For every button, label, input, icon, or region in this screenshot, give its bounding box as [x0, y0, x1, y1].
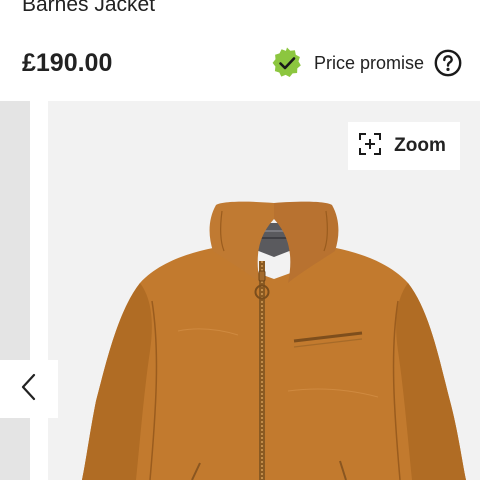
previous-image-preview[interactable] [0, 101, 30, 480]
question-circle-icon[interactable] [434, 49, 462, 77]
check-badge-icon [270, 46, 304, 80]
expand-plus-icon [358, 132, 382, 161]
previous-image-button[interactable] [0, 360, 58, 418]
chevron-left-icon [19, 373, 39, 406]
product-title: Barnes Jacket [22, 0, 156, 16]
price-promise-label[interactable]: Price promise [314, 46, 424, 80]
zoom-label: Zoom [394, 135, 446, 156]
zoom-button[interactable]: Zoom [348, 122, 460, 170]
product-price: £190.00 [22, 49, 113, 77]
price-promise[interactable]: Price promise [270, 46, 462, 80]
